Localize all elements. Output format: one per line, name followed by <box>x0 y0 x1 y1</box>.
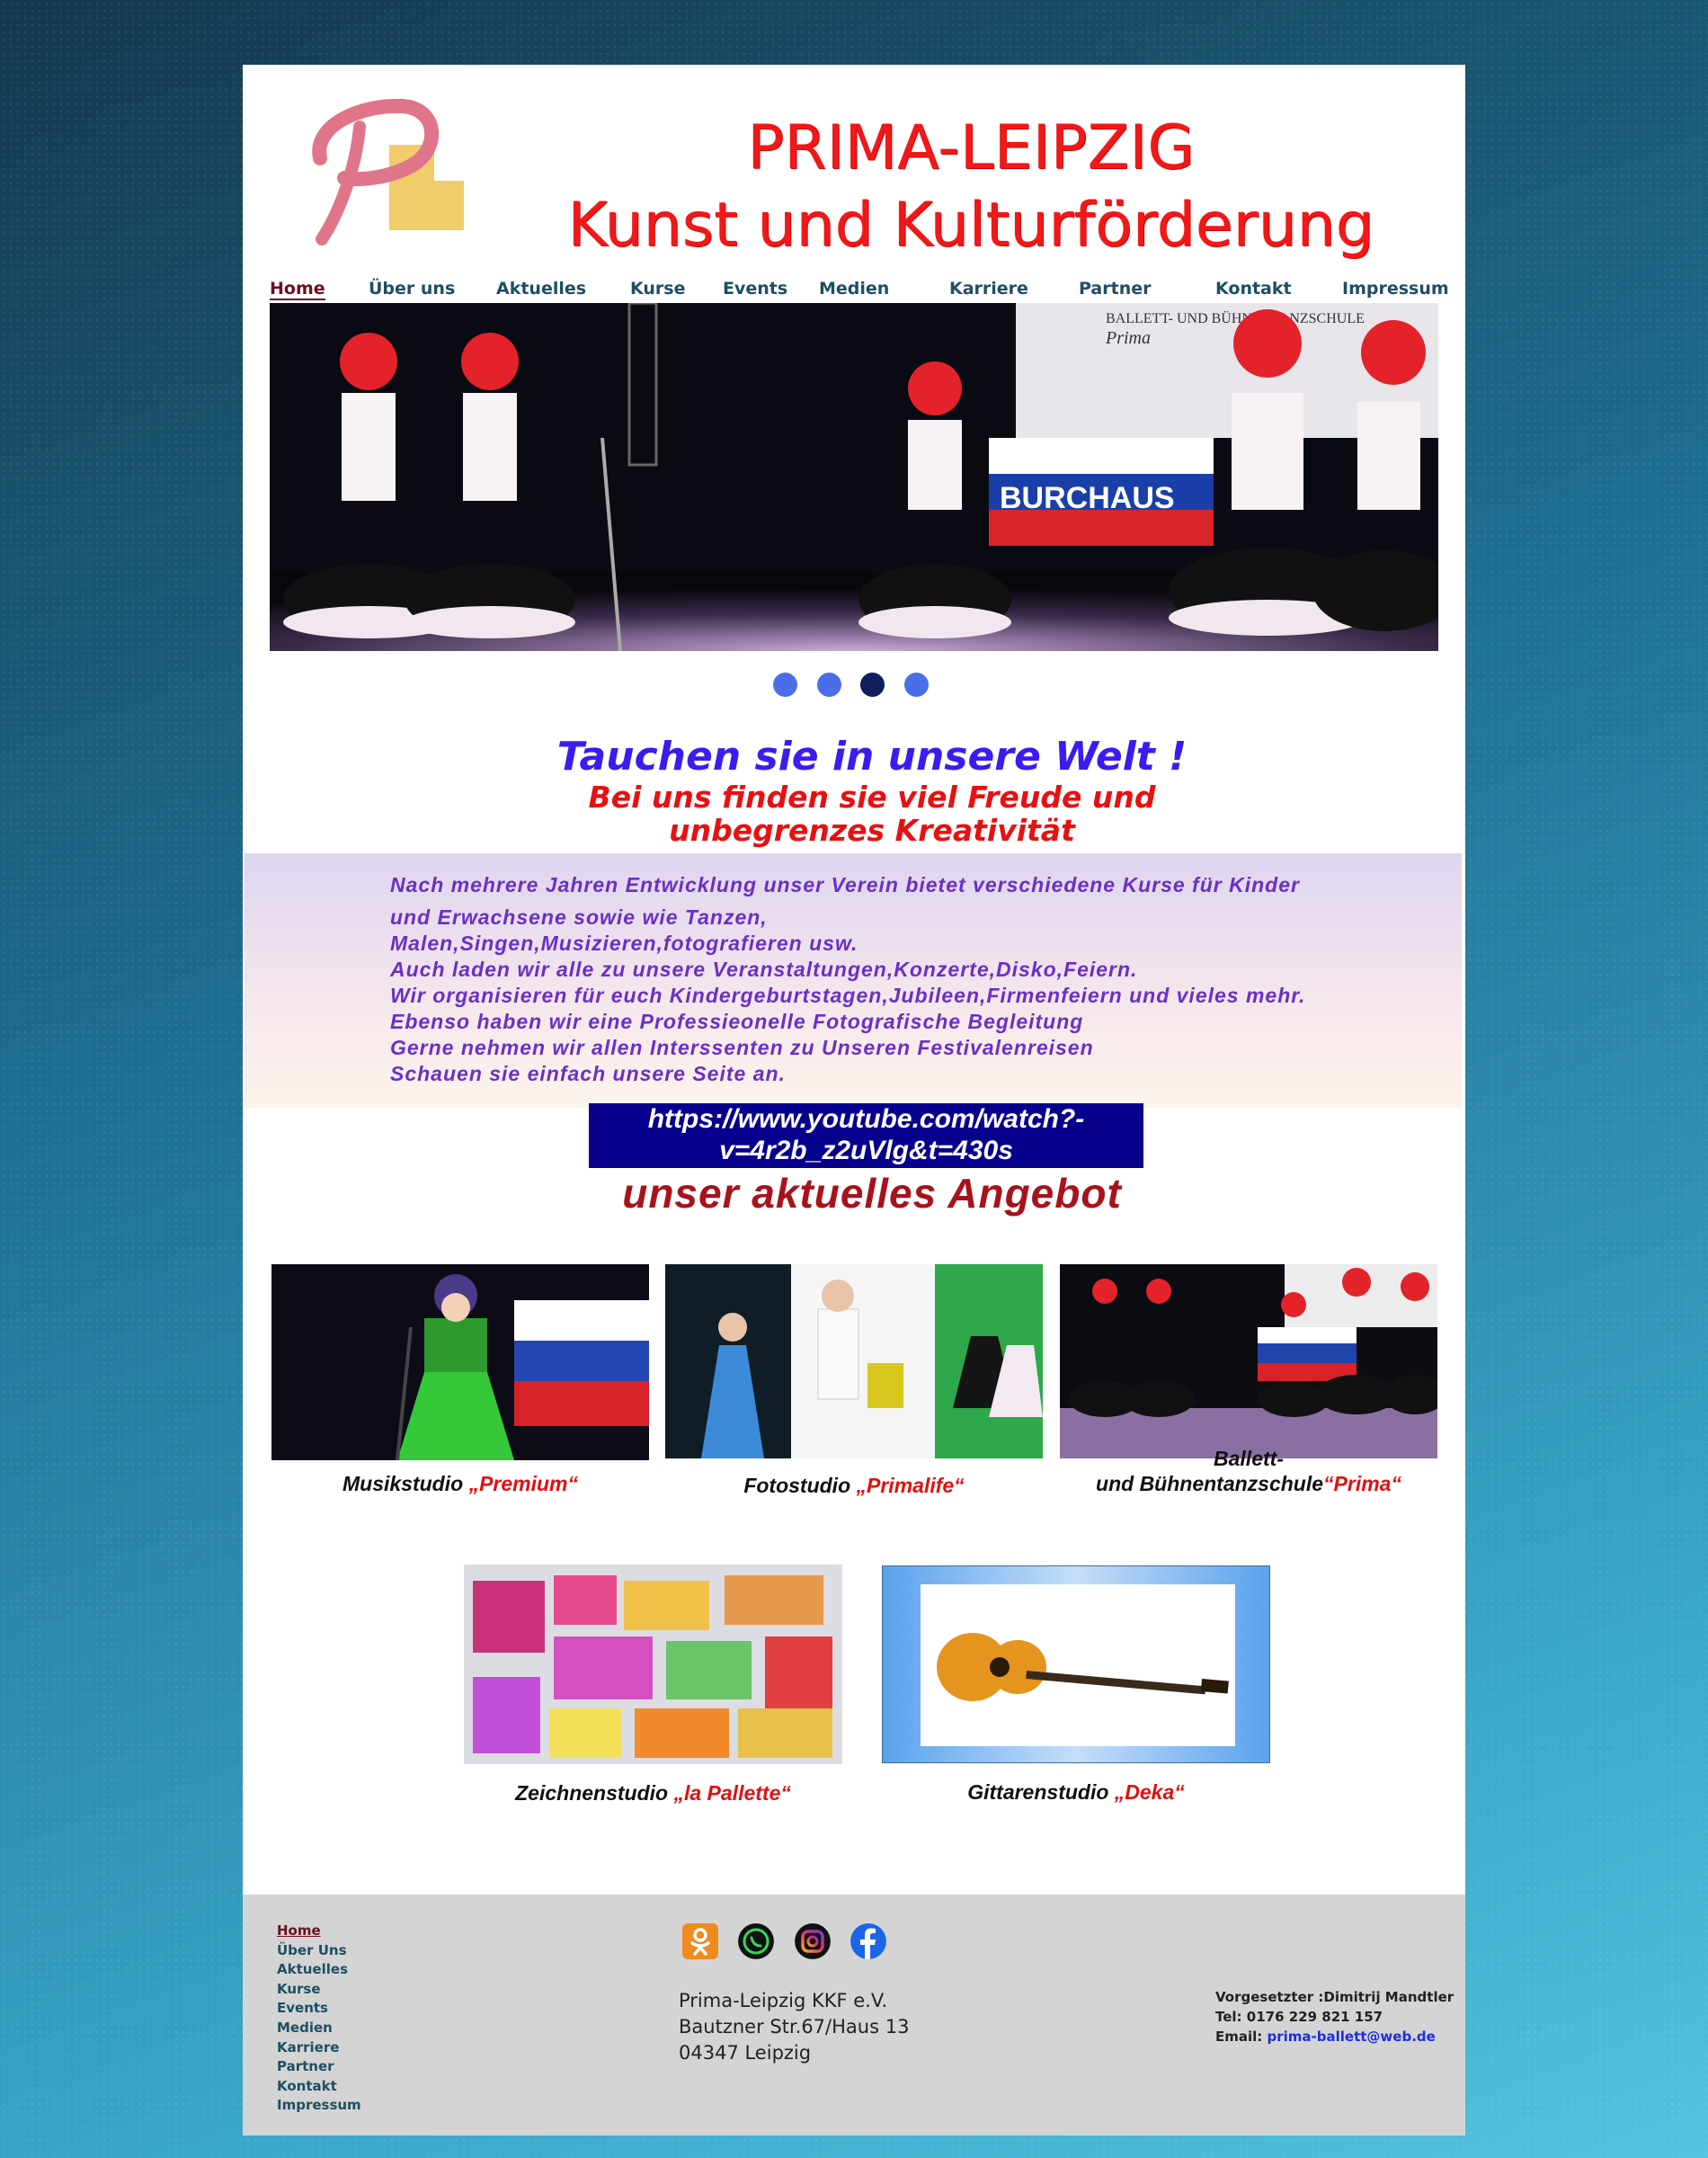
intro-line: Nach mehrere Jahren Entwicklung unser Ve… <box>390 873 1300 896</box>
caption-prefix: Musikstudio <box>342 1472 469 1495</box>
nav-aktuelles[interactable]: Aktuelles <box>496 279 586 299</box>
gittarenstudio-image[interactable] <box>882 1565 1270 1763</box>
youtube-link-line1: https://www.youtube.com/watch?- <box>647 1104 1085 1134</box>
caption-name: “Prima“ <box>1323 1472 1401 1495</box>
sign-line2: Prima <box>1105 328 1151 348</box>
guitar-photo <box>921 1584 1235 1746</box>
youtube-link[interactable]: https://www.youtube.com/watch?- v=4r2b_z… <box>589 1103 1143 1168</box>
hero-image-dancers: BURCHAUS BALLETT- UND BÜHNENTANZSCHULE P… <box>270 303 1438 651</box>
caption-zeichnenstudio: Zeichnenstudio „la Pallette“ <box>464 1780 842 1806</box>
site-logo[interactable] <box>304 95 475 248</box>
intro-text: Nach mehrere Jahren Entwicklung unser Ve… <box>390 872 1397 1087</box>
footer-nav-medien[interactable]: Medien <box>277 2019 361 2038</box>
caption-name: „Primalife“ <box>856 1474 965 1497</box>
footer-nav: Home Über Uns Aktuelles Kurse Events Med… <box>277 1922 361 2116</box>
footer-nav-karriere[interactable]: Karriere <box>277 2038 361 2058</box>
footer-nav-kontakt[interactable]: Kontakt <box>277 2077 361 2097</box>
main-nav: Home Über uns Aktuelles Kurse Events Med… <box>270 279 1449 306</box>
footer-contact: Vorgesetzter :Dimitrij Mandtler Tel: 017… <box>1215 1987 1454 2047</box>
contact-email-label: Email: <box>1215 2029 1268 2045</box>
footer-nav-aktuelles[interactable]: Aktuelles <box>277 1960 361 1980</box>
address-line: 04347 Leipzig <box>679 2042 812 2064</box>
fotostudio-image[interactable] <box>665 1264 1043 1458</box>
tagline-heading: Tauchen sie in unsere Welt ! <box>556 734 1188 780</box>
nav-partner[interactable]: Partner <box>1079 279 1151 299</box>
nav-impressum[interactable]: Impressum <box>1342 279 1449 299</box>
slider-dot-3[interactable] <box>860 673 885 697</box>
footer: Home Über Uns Aktuelles Kurse Events Med… <box>243 1895 1465 2136</box>
paintings-photo <box>464 1565 842 1764</box>
address-line: Prima-Leipzig KKF e.V. <box>679 1990 888 2011</box>
intro-line: Gerne nehmen wir allen Interssenten zu U… <box>390 1036 1094 1059</box>
caption-name: „la Pallette“ <box>673 1781 791 1805</box>
slider-dot-2[interactable] <box>817 673 841 697</box>
youtube-link-line2: v=4r2b_z2uVlg&t=430s <box>719 1136 1013 1165</box>
slider-dot-4[interactable] <box>904 673 929 697</box>
slider-dot-1[interactable] <box>773 673 797 697</box>
intro-line: Wir organisieren für euch Kindergeburtst… <box>390 984 1306 1007</box>
main-content: PRIMA-LEIPZIG Kunst und Kulturförderung … <box>243 65 1465 1895</box>
caption-ballettschule: Ballett- und Bühnentanzschule“Prima“ <box>1060 1446 1437 1496</box>
caption-prefix: Zeichnenstudio <box>515 1781 674 1805</box>
footer-nav-events[interactable]: Events <box>277 1999 361 2019</box>
footer-nav-ueber-uns[interactable]: Über Uns <box>277 1941 361 1961</box>
sign-line1: BALLETT- UND BÜHNENTANZSCHULE <box>1106 310 1365 326</box>
contact-tel: Tel: 0176 229 821 157 <box>1215 2009 1383 2025</box>
site-title: PRIMA-LEIPZIG Kunst und Kulturförderung <box>512 110 1429 264</box>
nav-kontakt[interactable]: Kontakt <box>1215 279 1292 299</box>
hero-slideshow[interactable]: BURCHAUS BALLETT- UND BÜHNENTANZSCHULE P… <box>270 303 1438 651</box>
caption-prefix: Fotostudio <box>743 1474 857 1497</box>
intro-line: Schauen sie einfach unsere Seite an. <box>390 1062 786 1085</box>
footer-nav-partner[interactable]: Partner <box>277 2057 361 2077</box>
caption-fotostudio: Fotostudio „Primalife“ <box>665 1473 1043 1498</box>
nav-medien[interactable]: Medien <box>819 279 889 299</box>
caption-musikstudio: Musikstudio „Premium“ <box>271 1471 649 1496</box>
nav-events[interactable]: Events <box>723 279 787 299</box>
dancers-photo <box>1060 1264 1437 1458</box>
instagram-icon[interactable] <box>795 1923 831 1959</box>
contact-email-link[interactable]: prima-ballett@web.de <box>1268 2029 1436 2045</box>
facebook-icon[interactable] <box>850 1923 886 1959</box>
nav-karriere[interactable]: Karriere <box>949 279 1028 299</box>
singer-photo <box>271 1264 649 1460</box>
address-line: Bautzner Str.67/Haus 13 <box>679 2016 910 2038</box>
intro-line: Ebenso haben wir eine Professieonelle Fo… <box>390 1010 1084 1033</box>
whatsapp-icon[interactable] <box>738 1923 774 1959</box>
intro-line: Auch laden wir alle zu unsere Veranstalt… <box>390 958 1138 981</box>
caption-prefix-line2: und Bühnentanzschule <box>1096 1472 1324 1495</box>
intro-line: und Erwachsene sowie wie Tanzen, <box>390 905 768 929</box>
caption-prefix: Gittarenstudio <box>967 1780 1115 1804</box>
intro-line: Malen,Singen,Musizieren,fotografieren us… <box>390 932 858 955</box>
caption-prefix-line1: Ballett- <box>1214 1447 1284 1470</box>
zeichnenstudio-image[interactable] <box>464 1565 842 1764</box>
nav-kurse[interactable]: Kurse <box>630 279 685 299</box>
caption-name: „Deka“ <box>1114 1780 1185 1804</box>
musikstudio-image[interactable] <box>271 1264 649 1460</box>
footer-nav-home[interactable]: Home <box>277 1922 361 1941</box>
footer-nav-impressum[interactable]: Impressum <box>277 2096 361 2116</box>
tagline-line2: Bei uns finden sie viel Freude und <box>588 780 1156 815</box>
caption-gittarenstudio: Gittarenstudio „Deka“ <box>882 1779 1270 1805</box>
site-title-line1: PRIMA-LEIPZIG <box>747 112 1195 183</box>
photo-collage <box>665 1264 1043 1458</box>
offer-heading: unser aktuelles Angebot <box>622 1170 1122 1217</box>
nav-home[interactable]: Home <box>270 279 325 300</box>
footer-nav-kurse[interactable]: Kurse <box>277 1980 361 2000</box>
odnoklassniki-icon[interactable] <box>682 1923 718 1959</box>
footer-address: Prima-Leipzig KKF e.V. Bautzner Str.67/H… <box>679 1988 909 2066</box>
nav-ueber-uns[interactable]: Über uns <box>369 279 455 299</box>
tagline-line3: unbegrenzes Kreativität <box>669 813 1075 848</box>
caption-name: „Premium“ <box>468 1472 578 1495</box>
tagline-sub: Bei uns finden sie viel Freude und unbeg… <box>243 780 1465 847</box>
ballettschule-image[interactable] <box>1060 1264 1437 1458</box>
site-title-line2: Kunst und Kulturförderung <box>567 190 1374 261</box>
banner-text: BURCHAUS <box>1000 481 1175 515</box>
contact-boss: Vorgesetzter :Dimitrij Mandtler <box>1215 1989 1454 2005</box>
